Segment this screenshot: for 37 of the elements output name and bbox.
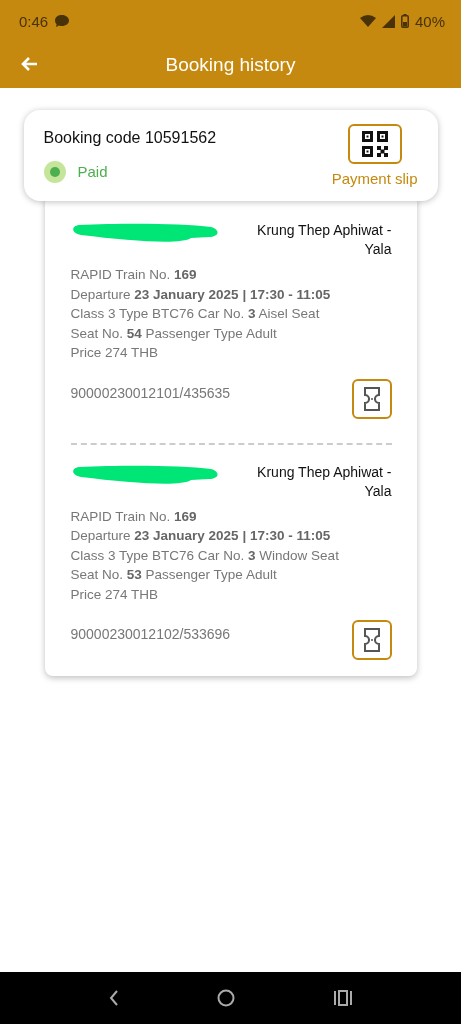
battery-icon	[400, 14, 409, 28]
ticket-icon	[363, 628, 380, 652]
ticket-icon	[363, 386, 380, 411]
page-title: Booking history	[165, 54, 296, 76]
route-label: Krung Thep Aphiwat - Yala	[256, 462, 392, 501]
route-label: Krung Thep Aphiwat - Yala	[256, 221, 392, 259]
ticket-detail: Price 274 THB	[70, 585, 160, 604]
ticket-detail: Seat No. 54 Passenger Type Adult	[70, 324, 278, 343]
qr-code-icon	[361, 131, 388, 157]
signal-icon	[381, 14, 395, 28]
recents-nav-button[interactable]	[333, 990, 352, 1006]
ticket-detail: Price 274 THB	[70, 344, 160, 362]
recents-nav-icon	[333, 990, 352, 1006]
status-dot	[43, 160, 66, 183]
home-nav-icon	[217, 989, 236, 1007]
back-arrow-icon	[20, 56, 38, 72]
ticket-detail: RAPID Train No. 169	[70, 507, 198, 526]
payment-slip-button[interactable]: Payment slip	[331, 124, 418, 187]
ticket-detail: Class 3 Type BTC76 Car No. 3 Aisel Seat	[70, 305, 321, 323]
ticket-number: 90000230012101/435635	[70, 384, 231, 401]
ticket-button[interactable]	[351, 378, 392, 419]
clock: 0:46	[19, 12, 49, 30]
payment-status: Paid	[77, 163, 108, 180]
back-nav-button[interactable]	[109, 990, 120, 1006]
ticket-detail: Class 3 Type BTC76 Car No. 3 Window Seat	[70, 546, 340, 565]
battery-level: 40%	[414, 12, 445, 30]
ticket-detail: RAPID Train No. 169	[70, 266, 198, 284]
booking-code: Booking code 10591562	[43, 128, 218, 147]
ticket-detail: Seat No. 53 Passenger Type Adult	[70, 566, 278, 584]
home-nav-button[interactable]	[217, 989, 236, 1007]
ticket-number: 90000230012102/533696	[70, 626, 231, 642]
back-nav-icon	[109, 990, 120, 1006]
ticket-detail: Departure 23 January 2025 | 17:30 - 11:05	[70, 285, 332, 304]
wifi-icon	[359, 15, 376, 27]
ticket-button[interactable]	[351, 620, 392, 660]
chat-icon	[54, 14, 71, 28]
ticket-detail: Departure 23 January 2025 | 17:30 - 11:05	[70, 527, 332, 545]
